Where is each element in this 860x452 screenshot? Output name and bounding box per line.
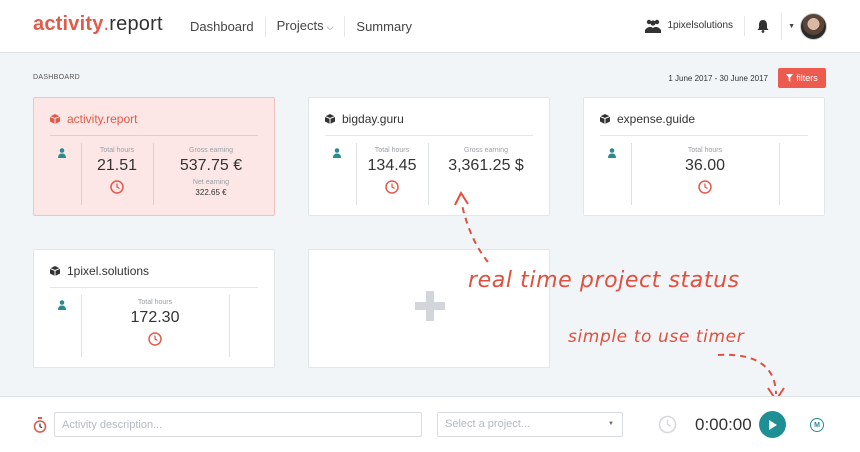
top-header: activity.report Dashboard Projects ⌵ Summ… <box>0 0 860 53</box>
divider <box>325 135 533 136</box>
project-card-1pixel-solutions[interactable]: 1pixel.solutions Total hours 172.30 <box>33 249 275 368</box>
cube-icon <box>50 114 60 124</box>
avatar <box>800 12 827 40</box>
card-title-text: bigday.guru <box>342 112 404 126</box>
card-title: activity.report <box>50 112 137 126</box>
gross-earning-value: 537.75 € <box>179 157 243 174</box>
person-icon <box>608 148 616 158</box>
total-hours-label: Total hours <box>137 299 173 306</box>
total-hours-value: 21.51 <box>96 157 138 174</box>
cube-icon <box>600 114 610 124</box>
caret-down-icon: ▼ <box>608 421 614 427</box>
project-card-bigday-guru[interactable]: bigday.guru Total hours 134.45 Gross ear… <box>308 97 550 216</box>
gross-earning: Gross earning 3,361.25 $ <box>429 147 543 175</box>
mode-toggle[interactable]: M <box>810 418 824 432</box>
timer-display: 0:00:00 <box>695 415 752 434</box>
date-range[interactable]: 1 June 2017 - 30 June 2017 <box>668 74 768 83</box>
add-project-card[interactable] <box>308 249 550 368</box>
total-hours: Total hours 21.51 <box>82 147 152 194</box>
divider <box>50 287 258 288</box>
clock-icon[interactable] <box>148 332 162 346</box>
nav-projects[interactable]: Projects ⌵ <box>266 16 346 37</box>
clock-icon[interactable] <box>385 180 399 194</box>
total-hours-value: 36.00 <box>684 157 726 174</box>
play-button[interactable] <box>759 411 786 438</box>
card-title-text: activity.report <box>67 112 138 126</box>
clock-icon[interactable] <box>658 415 677 434</box>
gross-earning-label: Gross earning <box>189 147 233 154</box>
activity-description-input[interactable] <box>54 412 422 437</box>
nav-projects-label: Projects <box>276 18 324 33</box>
logo-part2: report <box>109 13 163 35</box>
header-right: 1pixelsolutions ▼ <box>645 11 827 41</box>
net-earning-label: Net earning <box>192 179 230 186</box>
user-menu[interactable]: ▼ <box>781 12 827 40</box>
person-icon <box>333 148 341 158</box>
total-hours-label: Total hours <box>374 147 410 154</box>
total-hours-label: Total hours <box>99 147 135 154</box>
total-hours-label: Total hours <box>687 147 723 154</box>
project-select-placeholder: Select a project... <box>445 418 530 430</box>
clock-icon[interactable] <box>110 180 124 194</box>
project-card-activity-report[interactable]: activity.report Total hours 21.51 Gross … <box>33 97 275 216</box>
team-icon <box>645 19 662 33</box>
divider <box>779 143 780 205</box>
annotation-timer: simple to use timer <box>568 327 745 347</box>
card-title-text: expense.guide <box>617 112 696 126</box>
cube-icon <box>50 266 60 276</box>
main-nav: Dashboard Projects ⌵ Summary <box>190 0 423 53</box>
total-hours-value: 134.45 <box>367 157 417 174</box>
card-title: expense.guide <box>600 112 695 126</box>
person-icon <box>58 300 66 310</box>
app-logo[interactable]: activity.report <box>33 13 163 36</box>
team-switcher[interactable]: 1pixelsolutions <box>667 16 746 36</box>
logo-part1: activity <box>33 13 104 35</box>
gross-earning-label: Gross earning <box>464 147 508 154</box>
total-hours-value: 172.30 <box>130 309 180 326</box>
gross-earning-value: 3,361.25 $ <box>448 157 524 174</box>
timer-bar: Select a project... ▼ 0:00:00 M <box>0 396 860 452</box>
card-title-text: 1pixel.solutions <box>67 264 150 278</box>
cube-icon <box>325 114 335 124</box>
play-icon <box>769 419 777 430</box>
nav-dashboard[interactable]: Dashboard <box>190 16 266 37</box>
card-title: 1pixel.solutions <box>50 264 149 278</box>
divider <box>229 295 230 357</box>
annotation-arrows <box>454 190 785 402</box>
annotation-status: real time project status <box>468 268 740 293</box>
bell-icon[interactable] <box>756 19 770 33</box>
filters-label: filters <box>796 73 818 83</box>
divider <box>50 135 258 136</box>
net-earning-value: 322.65 € <box>195 188 227 197</box>
total-hours: Total hours 172.30 <box>82 299 228 346</box>
total-hours: Total hours 36.00 <box>632 147 778 194</box>
gross-earning: Gross earning 537.75 € Net earning 322.6… <box>154 147 268 197</box>
chevron-down-icon: ⌵ <box>326 22 334 32</box>
clock-icon[interactable] <box>698 180 712 194</box>
card-title: bigday.guru <box>325 112 404 126</box>
caret-down-icon: ▼ <box>788 22 795 30</box>
stopwatch-icon <box>33 417 47 433</box>
filters-button[interactable]: filters <box>778 68 826 88</box>
nav-summary[interactable]: Summary <box>345 17 423 37</box>
divider <box>600 135 808 136</box>
breadcrumb: DASHBOARD <box>33 74 81 81</box>
total-hours: Total hours 134.45 <box>357 147 427 194</box>
project-card-expense-guide[interactable]: expense.guide Total hours 36.00 <box>583 97 825 216</box>
person-icon <box>58 148 66 158</box>
project-select[interactable]: Select a project... ▼ <box>437 412 623 437</box>
plus-icon <box>415 291 445 321</box>
filter-icon <box>786 74 794 82</box>
